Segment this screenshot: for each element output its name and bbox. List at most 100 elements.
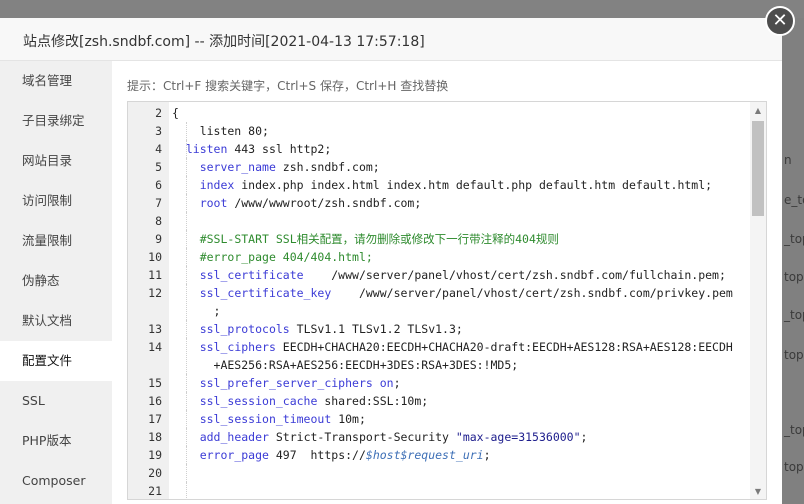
code-text: server_name zsh.sndbf.com; <box>172 158 380 176</box>
code-line[interactable]: 6 index index.php index.html index.htm d… <box>128 176 750 194</box>
code-token: ; <box>580 430 588 444</box>
sidebar-item[interactable]: SSL <box>0 381 112 421</box>
code-token: /www/server/panel/vhost/cert/zsh.sndbf.c… <box>303 268 726 282</box>
code-line[interactable]: 11 ssl_certificate /www/server/panel/vho… <box>128 266 750 284</box>
code-line[interactable]: 21 <box>128 482 750 499</box>
scroll-up-arrow-icon[interactable]: ▲ <box>750 102 766 118</box>
code-line[interactable]: 2{ <box>128 104 750 122</box>
sidebar-item[interactable]: Composer <box>0 461 112 501</box>
code-token: /www/server/panel/vhost/cert/zsh.sndbf.c… <box>331 286 733 300</box>
line-number: 15 <box>148 376 162 390</box>
background-cell-text: n <box>784 153 792 167</box>
line-number: 7 <box>155 196 162 210</box>
close-icon[interactable]: ✕ <box>765 6 795 36</box>
code-line[interactable]: 13 ssl_protocols TLSv1.1 TLSv1.2 TLSv1.3… <box>128 320 750 338</box>
background-cell-text: top <box>784 270 804 284</box>
code-line[interactable]: 18 add_header Strict-Transport-Security … <box>128 428 750 446</box>
code-token: ssl_ciphers <box>199 340 276 354</box>
code-line[interactable]: 14 ssl_ciphers EECDH+CHACHA20:EECDH+CHAC… <box>128 338 750 374</box>
line-number: 3 <box>155 124 162 138</box>
scroll-down-arrow-icon[interactable]: ▼ <box>750 483 766 499</box>
code-text: { <box>172 104 179 122</box>
sidebar-item[interactable]: 子目录绑定 <box>0 101 112 141</box>
sidebar-item[interactable]: 流量限制 <box>0 221 112 261</box>
code-token: ssl_prefer_server_ciphers <box>199 376 373 390</box>
code-line[interactable]: 12 ssl_certificate_key /www/server/panel… <box>128 284 750 320</box>
code-text: ssl_session_cache shared:SSL:10m; <box>172 392 428 410</box>
line-number: 18 <box>148 430 162 444</box>
code-token: $host$request_uri <box>365 448 484 462</box>
background-cell-text: _top <box>784 308 804 322</box>
indent-guide <box>186 482 187 499</box>
sidebar-item[interactable]: 网站目录 <box>0 141 112 181</box>
line-number: 8 <box>155 214 162 228</box>
code-token: add_header <box>199 430 269 444</box>
code-line[interactable]: 5 server_name zsh.sndbf.com; <box>128 158 750 176</box>
code-line[interactable]: 15 ssl_prefer_server_ciphers on; <box>128 374 750 392</box>
code-token: 443 ssl http2; <box>227 142 332 156</box>
indent-guide <box>186 464 187 482</box>
line-number: 20 <box>148 466 162 480</box>
code-text: ssl_protocols TLSv1.1 TLSv1.2 TLSv1.3; <box>172 320 463 338</box>
line-number: 6 <box>155 178 162 192</box>
code-text: listen 80; <box>172 122 269 140</box>
sidebar-item[interactable]: 伪静态 <box>0 261 112 301</box>
sidebar-item[interactable]: 域名管理 <box>0 61 112 101</box>
code-token: ssl_session_cache <box>199 394 318 408</box>
code-text: ssl_prefer_server_ciphers on; <box>172 374 401 392</box>
code-token: ssl_certificate_key <box>199 286 332 300</box>
code-line[interactable]: 4 listen 443 ssl http2; <box>128 140 750 158</box>
code-token: on <box>379 376 394 390</box>
line-number: 19 <box>148 448 162 462</box>
code-text: ssl_ciphers EECDH+CHACHA20:EECDH+CHACHA2… <box>172 338 733 356</box>
sidebar-item[interactable]: 访问限制 <box>0 181 112 221</box>
code-line[interactable]: 9 #SSL-START SSL相关配置，请勿删除或修改下一行带注释的404规则 <box>128 230 750 248</box>
sidebar-item[interactable]: PHP版本 <box>0 421 112 461</box>
background-cell-text: top <box>784 348 804 362</box>
code-token: +AES256:RSA+AES256:EECDH+3DES:RSA+3DES:!… <box>172 358 519 372</box>
code-token: zsh.sndbf.com; <box>275 160 380 174</box>
code-token: TLSv1.1 TLSv1.2 TLSv1.3; <box>289 322 463 336</box>
code-line[interactable]: 7 root /www/wwwroot/zsh.sndbf.com; <box>128 194 750 212</box>
dialog-title-bar: 站点修改[zsh.sndbf.com] -- 添加时间[2021-04-13 1… <box>0 18 782 61</box>
config-code-editor[interactable]: 2{3 listen 80; 4 listen 443 ssl http2; 5 s… <box>127 101 767 500</box>
code-token: #SSL-START SSL相关配置，请勿删除或修改下一行带注释的404规则 <box>199 232 559 246</box>
code-text: ssl_certificate_key /www/server/panel/vh… <box>172 284 733 302</box>
line-number: 21 <box>148 484 162 498</box>
code-line[interactable]: 10 #error_page 404/404.html; <box>128 248 750 266</box>
line-number: 2 <box>155 106 162 120</box>
code-token: 497 https:// <box>268 448 366 462</box>
code-line[interactable]: 8 <box>128 212 750 230</box>
background-cell-text: _top <box>784 423 804 437</box>
code-lines[interactable]: 2{3 listen 80; 4 listen 443 ssl http2; 5 s… <box>128 104 750 499</box>
background-header <box>0 0 804 18</box>
code-text: add_header Strict-Transport-Security "ma… <box>172 428 588 446</box>
code-line[interactable]: 19 error_page 497 https://$host$request_… <box>128 446 750 464</box>
code-text: #SSL-START SSL相关配置，请勿删除或修改下一行带注释的404规则 <box>172 230 559 248</box>
code-token: shared:SSL:10m; <box>317 394 429 408</box>
code-token: ; <box>393 376 401 390</box>
code-token: 10m; <box>331 412 366 426</box>
editor-scrollbar-thumb[interactable] <box>752 121 764 216</box>
line-number: 5 <box>155 160 162 174</box>
code-line[interactable]: 17 ssl_session_timeout 10m; <box>128 410 750 428</box>
code-line[interactable]: 20 <box>128 464 750 482</box>
code-line[interactable]: 16 ssl_session_cache shared:SSL:10m; <box>128 392 750 410</box>
code-text: root /www/wwwroot/zsh.sndbf.com; <box>172 194 422 212</box>
sidebar-item[interactable]: 默认文档 <box>0 301 112 341</box>
code-line[interactable]: 3 listen 80; <box>128 122 750 140</box>
code-text: error_page 497 https://$host$request_uri… <box>172 446 491 464</box>
code-text: index index.php index.html index.htm def… <box>172 176 712 194</box>
code-token: listen 80; <box>172 124 269 138</box>
sidebar-item[interactable]: 配置文件 <box>0 341 112 381</box>
code-text: #error_page 404/404.html; <box>172 248 373 266</box>
